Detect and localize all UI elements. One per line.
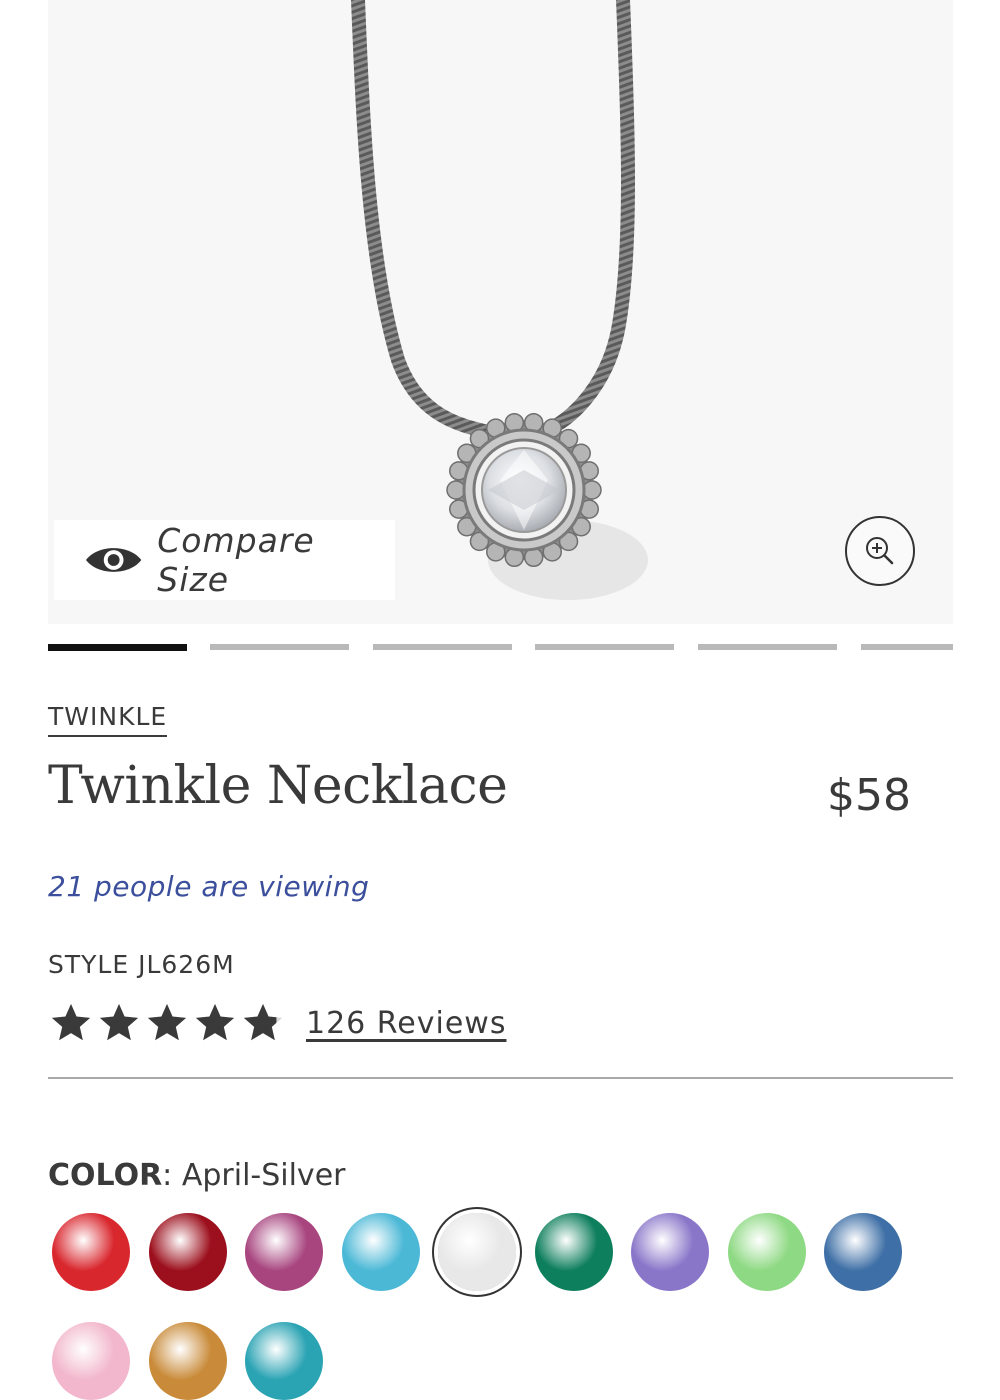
slide-indicator-1[interactable]: [48, 644, 187, 651]
star-icon: [99, 1003, 139, 1041]
pendant-bead: [446, 480, 466, 500]
color-swatch-topaz[interactable]: [148, 1322, 227, 1400]
star-icon: [147, 1003, 187, 1041]
color-label: COLOR: April-Silver: [48, 1158, 345, 1193]
section-divider: [48, 1077, 953, 1079]
color-swatch-pink[interactable]: [52, 1322, 130, 1400]
compare-size-button[interactable]: Compare Size: [54, 520, 395, 600]
color-swatch-emerald[interactable]: [534, 1213, 613, 1291]
slide-indicator-3[interactable]: [373, 644, 512, 650]
color-swatch-garnet[interactable]: [148, 1213, 227, 1291]
zoom-button[interactable]: [845, 516, 915, 586]
pendant-bead: [582, 480, 602, 500]
slide-indicator-2[interactable]: [210, 644, 349, 650]
slide-indicator-5[interactable]: [698, 644, 837, 650]
star-rating[interactable]: [48, 1000, 288, 1046]
style-number: STYLE JL626M: [48, 950, 235, 979]
compare-size-label: Compare Size: [157, 521, 315, 599]
color-swatch-peridot[interactable]: [727, 1213, 806, 1291]
color-swatch-sapphire[interactable]: [824, 1213, 902, 1291]
product-title: Twinkle Necklace: [48, 756, 508, 816]
product-image[interactable]: Compare Size: [48, 0, 953, 624]
color-swatch-crystal[interactable]: [438, 1213, 516, 1291]
color-value: April-Silver: [181, 1158, 346, 1193]
carousel-indicators: [0, 644, 1000, 652]
color-swatch-zircon[interactable]: [245, 1322, 323, 1400]
slide-indicator-4[interactable]: [535, 644, 674, 650]
color-swatch-aquamarine[interactable]: [341, 1213, 420, 1291]
color-key: COLOR: [48, 1158, 163, 1193]
star-icon: [195, 1003, 235, 1041]
color-swatch-red[interactable]: [52, 1213, 130, 1291]
star-icon: [51, 1003, 91, 1041]
viewing-count: 21 people are viewing: [48, 870, 370, 903]
zoom-in-icon: [866, 537, 894, 565]
rating-row: 126 Reviews: [48, 1000, 506, 1046]
color-swatch-tanzanite[interactable]: [631, 1213, 709, 1291]
color-swatch-amethyst[interactable]: [245, 1213, 323, 1291]
color-separator: :: [162, 1158, 182, 1193]
reviews-link[interactable]: 126 Reviews: [306, 1006, 506, 1041]
collection-link[interactable]: TWINKLE: [48, 702, 168, 737]
eye-icon: [85, 548, 142, 572]
product-price: $58: [827, 770, 911, 821]
slide-indicator-6[interactable]: [861, 644, 953, 650]
half-star-icon: [243, 1003, 283, 1041]
